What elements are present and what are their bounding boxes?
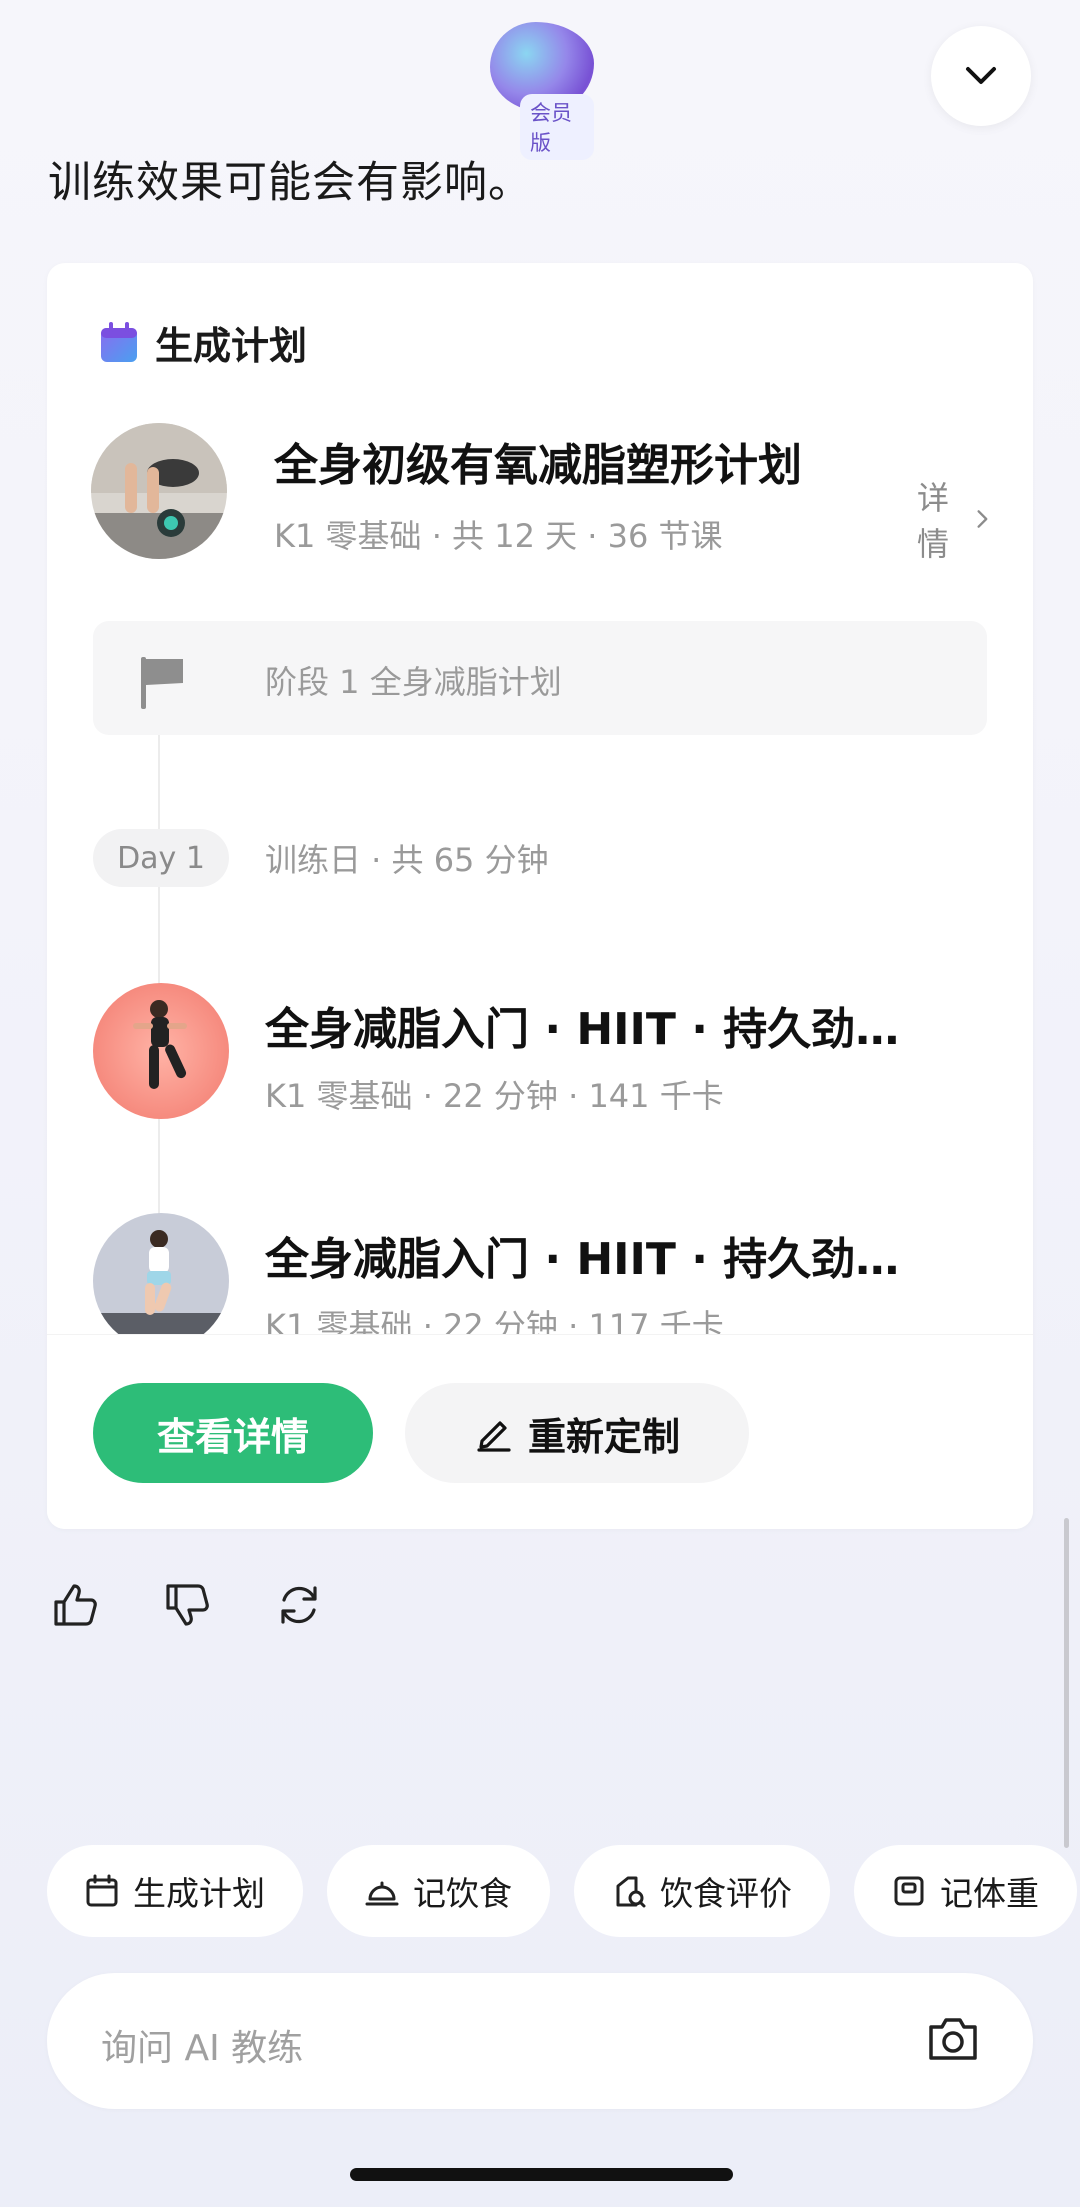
quick-action-chips: 生成计划 记饮食 饮食评价 记体重 (47, 1845, 1077, 1937)
chip-diet-review[interactable]: 饮食评价 (574, 1845, 830, 1937)
chip-log-diet[interactable]: 记饮食 (327, 1845, 550, 1937)
scrollbar[interactable] (1064, 1518, 1069, 1848)
chip-log-weight[interactable]: 记体重 (854, 1845, 1077, 1937)
chip-label: 记饮食 (413, 1874, 512, 1913)
thumbs-down-icon[interactable] (162, 1580, 212, 1630)
cloche-icon (365, 1881, 399, 1906)
input-placeholder: 询问 AI 教练 (101, 2028, 304, 2069)
customize-label: 重新定制 (527, 1414, 680, 1459)
plan-avatar (91, 423, 227, 559)
plan-detail-link[interactable]: 详情 (917, 473, 991, 565)
lesson-avatar (93, 983, 229, 1119)
plan-title: 全身初级有氧减脂塑形计划 (274, 440, 802, 491)
flag-icon (141, 657, 183, 709)
calendar-icon (86, 1874, 118, 1907)
pencil-icon (477, 1421, 511, 1452)
day-pill: Day 1 (93, 829, 229, 887)
calendar-icon (101, 321, 137, 362)
card-title: 生成计划 (155, 324, 308, 368)
day-info: 训练日 · 共 65 分钟 (265, 841, 549, 879)
view-details-button[interactable]: 查看详情 (93, 1383, 373, 1483)
chip-generate-plan[interactable]: 生成计划 (47, 1845, 303, 1937)
stage-row: 阶段 1 全身减脂计划 (93, 621, 987, 735)
ask-input[interactable]: 询问 AI 教练 (47, 1973, 1033, 2109)
chevron-down-icon (966, 67, 996, 84)
member-logo: 会员版 (490, 22, 594, 160)
plan-card: 生成计划 全身初级有氧减脂塑形计划 K1 零基础 · 共 12 天 · 36 节… (47, 263, 1033, 1529)
plan-meta: K1 零基础 · 共 12 天 · 36 节课 (274, 517, 723, 555)
refresh-icon[interactable] (274, 1580, 324, 1630)
food-review-icon (616, 1876, 646, 1908)
thumbs-up-icon[interactable] (50, 1580, 100, 1630)
chip-label: 饮食评价 (660, 1874, 792, 1913)
collapse-button[interactable] (931, 26, 1031, 126)
chip-label: 生成计划 (133, 1874, 265, 1913)
chip-label: 记体重 (940, 1874, 1039, 1913)
home-indicator[interactable] (350, 2168, 733, 2181)
stage-label: 阶段 1 全身减脂计划 (265, 663, 562, 701)
lesson-item[interactable]: 全身减脂入门 · HIIT · 持久劲… K1 零基础 · 22 分钟 · 14… (93, 983, 993, 1119)
lesson-title: 全身减脂入门 · HIIT · 持久劲… (265, 1004, 900, 1055)
plan-summary[interactable]: 全身初级有氧减脂塑形计划 K1 零基础 · 共 12 天 · 36 节课 详情 (91, 423, 991, 563)
lesson-item[interactable]: 全身减脂入门 · HIIT · 持久劲… K1 零基础 · 22 分钟 · 11… (93, 1213, 993, 1349)
lesson-title: 全身减脂入门 · HIIT · 持久劲… (265, 1234, 900, 1285)
customize-button[interactable]: 重新定制 (405, 1383, 749, 1483)
day-row: Day 1 训练日 · 共 65 分钟 (93, 829, 549, 887)
detail-label: 详情 (917, 479, 950, 563)
scale-icon (894, 1876, 924, 1906)
card-header: 生成计划 (99, 315, 307, 370)
chevron-right-icon (977, 510, 988, 528)
camera-icon[interactable] (925, 2011, 981, 2067)
chat-message-text: 训练效果可能会有影响。 (48, 158, 532, 208)
lesson-meta: K1 零基础 · 22 分钟 · 141 千卡 (265, 1077, 724, 1115)
lesson-avatar (93, 1213, 229, 1349)
